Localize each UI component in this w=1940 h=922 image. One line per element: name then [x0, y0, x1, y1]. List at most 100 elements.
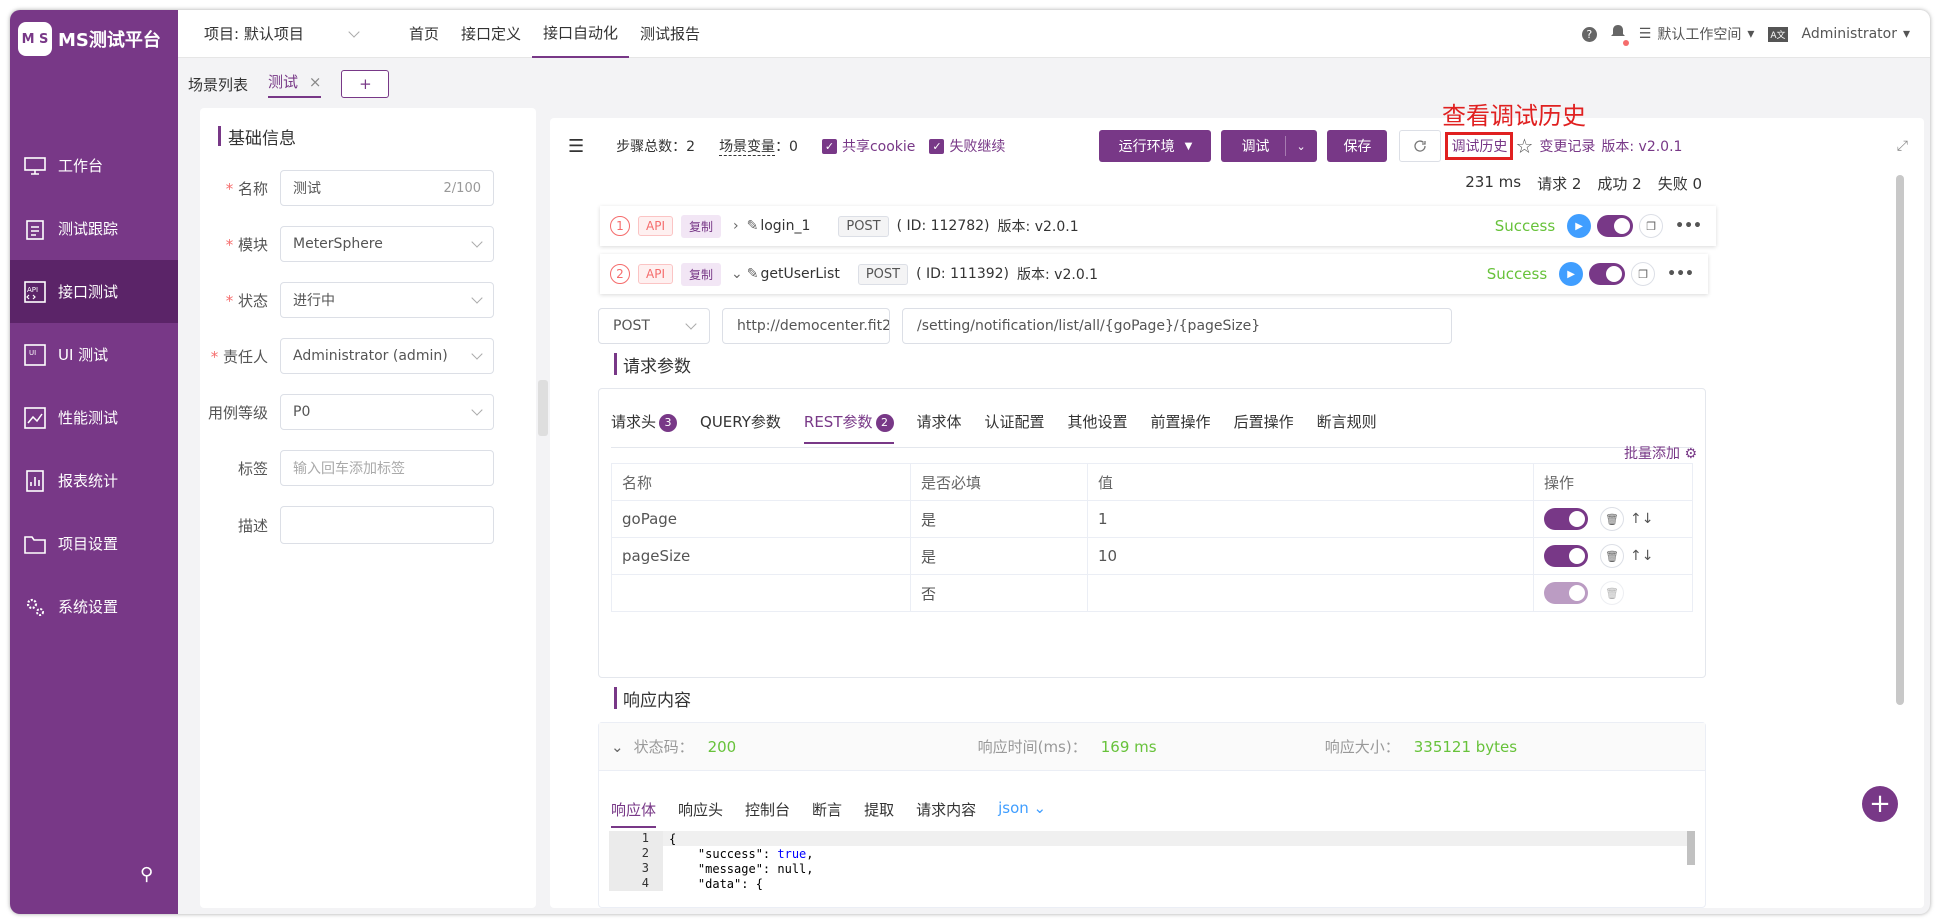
version-label[interactable]: 版本: v2.0.1: [1601, 136, 1682, 156]
user-menu[interactable]: Administrator ▾: [1802, 26, 1910, 42]
add-tab-button[interactable]: +: [341, 70, 390, 98]
close-icon[interactable]: ×: [309, 73, 322, 91]
panel-collapse-handle[interactable]: [538, 380, 548, 436]
param-name[interactable]: [611, 574, 911, 612]
menu-icon[interactable]: ☰: [568, 136, 584, 157]
bell-icon[interactable]: [1610, 24, 1629, 46]
nav-api-automation[interactable]: 接口自动化: [532, 10, 630, 58]
param-value[interactable]: 10: [1087, 537, 1534, 575]
sidebar-item-api-test[interactable]: API 接口测试: [10, 260, 178, 323]
sidebar-item-ui-test[interactable]: UI UI 测试: [10, 323, 178, 386]
step-row[interactable]: 2 API 复制 ⌄ ✎ getUserList POST ( ID: 1113…: [600, 254, 1708, 294]
sort-arrows-icon[interactable]: ↑↓: [1630, 511, 1653, 527]
chevron-down-icon[interactable]: ⌄: [611, 738, 624, 756]
edit-icon[interactable]: ✎: [747, 266, 759, 282]
enable-toggle[interactable]: [1544, 508, 1588, 530]
debug-history-link[interactable]: 调试历史: [1445, 132, 1514, 160]
tab-pre[interactable]: 前置操作: [1151, 411, 1211, 444]
param-value[interactable]: [1087, 574, 1534, 612]
refresh-button[interactable]: [1399, 130, 1442, 162]
host-input[interactable]: http://democenter.fit2: [722, 308, 890, 344]
tab-body[interactable]: 请求体: [917, 411, 962, 444]
chevron-right-icon[interactable]: ›: [733, 218, 739, 234]
tab-headers[interactable]: 请求头 3: [611, 411, 678, 444]
add-step-button[interactable]: +: [1862, 786, 1898, 822]
name-input[interactable]: 测试 2/100: [280, 170, 494, 206]
bulk-add-link[interactable]: 批量添加 ⚙: [1624, 443, 1697, 463]
tab-extract[interactable]: 提取: [864, 799, 894, 828]
tab-request-content[interactable]: 请求内容: [916, 799, 976, 828]
path-input[interactable]: /setting/notification/list/all/{goPage}/…: [902, 308, 1452, 344]
trash-icon[interactable]: 🗑: [1600, 507, 1624, 531]
nav-home[interactable]: 首页: [398, 10, 450, 58]
module-select[interactable]: MeterSphere: [280, 226, 494, 262]
tab-scene-list[interactable]: 场景列表: [188, 74, 248, 95]
code-scrollbar[interactable]: [1687, 831, 1695, 865]
save-button[interactable]: 保存: [1327, 130, 1388, 162]
workspace-selector[interactable]: ☰ 默认工作空间 ▾: [1639, 24, 1755, 44]
language-icon[interactable]: A文: [1768, 26, 1788, 42]
trash-icon[interactable]: 🗑: [1600, 544, 1624, 568]
sidebar-item-project-settings[interactable]: 项目设置: [10, 512, 178, 575]
desc-textarea[interactable]: [280, 506, 494, 544]
tab-console[interactable]: 控制台: [745, 799, 790, 828]
param-name[interactable]: pageSize: [611, 537, 911, 575]
tab-post[interactable]: 后置操作: [1234, 411, 1294, 444]
status-select[interactable]: 进行中: [280, 282, 494, 318]
nav-test-report[interactable]: 测试报告: [629, 10, 711, 58]
more-icon[interactable]: •••: [1675, 218, 1702, 234]
nav-api-definition[interactable]: 接口定义: [450, 10, 532, 58]
edit-icon[interactable]: ✎: [747, 218, 759, 234]
enable-toggle[interactable]: [1597, 215, 1634, 237]
more-icon[interactable]: •••: [1667, 266, 1694, 282]
tab-auth[interactable]: 认证配置: [985, 411, 1045, 444]
logo[interactable]: M S MS测试平台: [10, 10, 178, 68]
copy-icon[interactable]: ❐: [1631, 262, 1656, 286]
scene-vars-link[interactable]: 场景变量：0: [719, 136, 798, 156]
copy-icon[interactable]: ❐: [1639, 214, 1664, 238]
tab-response-headers[interactable]: 响应头: [678, 799, 723, 828]
response-summary[interactable]: ⌄ 状态码： 200 响应时间(ms)： 169 ms 响应大小： 335121…: [599, 723, 1705, 771]
sort-arrows-icon[interactable]: ↑↓: [1630, 548, 1653, 564]
sidebar-item-reports[interactable]: 报表统计: [10, 449, 178, 512]
project-selector[interactable]: 项目: 默认项目: [178, 23, 378, 44]
enable-toggle[interactable]: [1544, 582, 1588, 604]
help-icon[interactable]: ?: [1581, 26, 1597, 42]
fail-continue-checkbox[interactable]: ✓ 失败继续: [929, 136, 1005, 156]
share-cookie-checkbox[interactable]: ✓ 共享cookie: [821, 136, 915, 156]
tab-current-scene[interactable]: 测试 ×: [268, 71, 322, 98]
expand-icon[interactable]: ⤢: [1897, 138, 1908, 154]
trash-icon[interactable]: 🗑: [1600, 581, 1624, 605]
main-scrollbar[interactable]: [1896, 175, 1904, 705]
sidebar-item-track[interactable]: 测试跟踪: [10, 197, 178, 260]
tab-query[interactable]: QUERY参数: [700, 411, 781, 444]
tab-response-body[interactable]: 响应体: [611, 799, 657, 828]
play-icon[interactable]: ▶: [1567, 214, 1592, 238]
param-required[interactable]: 是: [910, 500, 1088, 538]
owner-select[interactable]: Administrator (admin): [280, 338, 494, 374]
sidebar-item-workbench[interactable]: 工作台: [10, 134, 178, 197]
pin-icon[interactable]: ⚲: [140, 864, 153, 885]
param-required[interactable]: 是: [910, 537, 1088, 575]
level-select[interactable]: P0: [280, 394, 494, 430]
tab-rest[interactable]: REST参数 2: [803, 411, 894, 444]
param-value[interactable]: 1: [1087, 500, 1534, 538]
sidebar-item-perf-test[interactable]: 性能测试: [10, 386, 178, 449]
chevron-down-icon[interactable]: ⌄: [731, 266, 743, 282]
param-name[interactable]: goPage: [611, 500, 911, 538]
param-required[interactable]: 否: [910, 574, 1088, 612]
enable-toggle[interactable]: [1589, 263, 1626, 285]
tab-assert[interactable]: 断言规则: [1317, 411, 1377, 444]
change-log-link[interactable]: 变更记录: [1539, 136, 1595, 156]
step-row[interactable]: 1 API 复制 › ✎ login_1 POST ( ID: 112782) …: [600, 206, 1716, 246]
tab-other[interactable]: 其他设置: [1068, 411, 1128, 444]
debug-button[interactable]: 调试 ⌄: [1221, 130, 1318, 162]
tag-input[interactable]: 输入回车添加标签: [280, 450, 494, 486]
method-select[interactable]: POST: [598, 308, 710, 344]
run-env-button[interactable]: 运行环境 ▼: [1099, 130, 1212, 162]
play-icon[interactable]: ▶: [1559, 262, 1584, 286]
enable-toggle[interactable]: [1544, 545, 1588, 567]
format-select[interactable]: json ⌄: [998, 799, 1046, 828]
tab-assertions[interactable]: 断言: [812, 799, 842, 828]
star-icon[interactable]: ☆: [1515, 134, 1533, 158]
